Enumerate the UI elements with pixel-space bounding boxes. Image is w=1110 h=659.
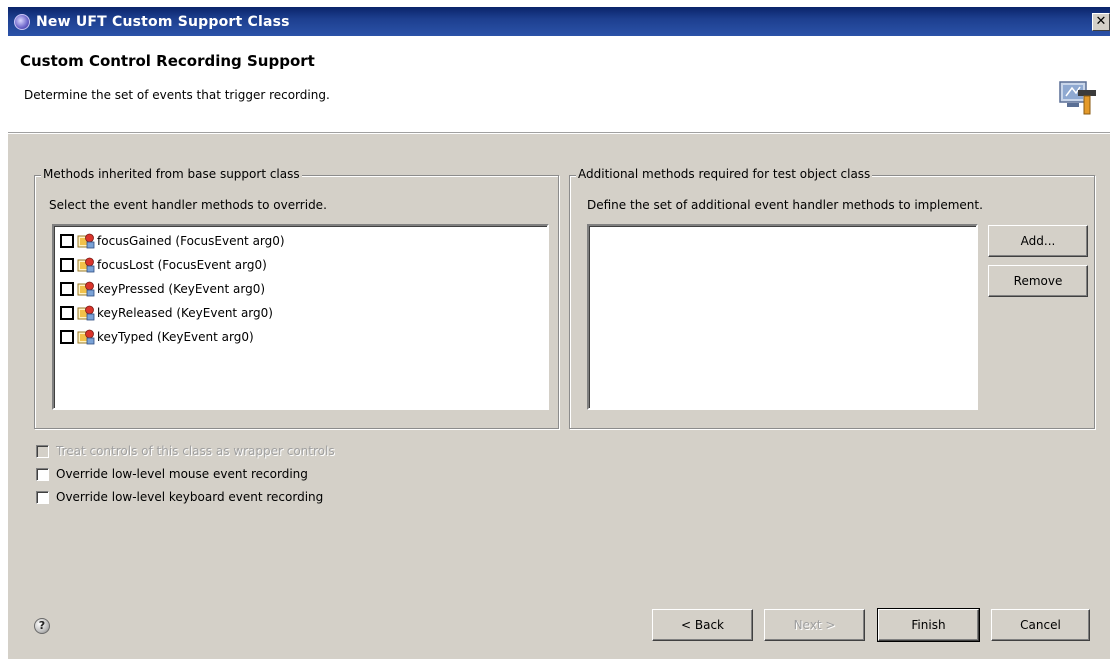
method-event-icon xyxy=(77,329,95,345)
cancel-button[interactable]: Cancel xyxy=(991,609,1090,641)
cancel-label: Cancel xyxy=(1020,618,1061,632)
back-label: < Back xyxy=(680,618,724,632)
eclipse-icon xyxy=(14,13,30,30)
method-item[interactable]: keyTyped (KeyEvent arg0) xyxy=(54,325,547,349)
additional-methods-group: Additional methods required for test obj… xyxy=(569,167,1095,429)
method-item[interactable]: focusLost (FocusEvent arg0) xyxy=(54,253,547,277)
additional-methods-legend: Additional methods required for test obj… xyxy=(576,167,873,181)
additional-methods-instruction: Define the set of additional event handl… xyxy=(587,198,983,212)
method-event-icon xyxy=(77,233,95,249)
method-label: keyReleased (KeyEvent arg0) xyxy=(97,306,273,320)
wizard-body: Methods inherited from base support clas… xyxy=(8,134,1110,659)
method-event-icon xyxy=(77,257,95,273)
method-checkbox[interactable] xyxy=(60,330,74,344)
back-button[interactable]: < Back xyxy=(652,609,753,641)
next-button: Next > xyxy=(764,609,865,641)
next-label: Next > xyxy=(793,618,836,632)
inherited-methods-group: Methods inherited from base support clas… xyxy=(34,167,559,429)
add-method-button[interactable]: Add... xyxy=(988,225,1088,257)
method-label: focusLost (FocusEvent arg0) xyxy=(97,258,267,272)
method-checkbox[interactable] xyxy=(60,306,74,320)
method-event-icon xyxy=(77,305,95,321)
window-title: New UFT Custom Support Class xyxy=(36,13,290,30)
mouse-recording-option[interactable]: Override low-level mouse event recording xyxy=(36,467,308,481)
method-checkbox[interactable] xyxy=(60,234,74,248)
page-description: Determine the set of events that trigger… xyxy=(24,88,330,102)
keyboard-recording-label[interactable]: Override low-level keyboard event record… xyxy=(56,490,323,504)
inherited-methods-list[interactable]: focusGained (FocusEvent arg0) focusLost (… xyxy=(52,224,549,410)
keyboard-recording-option[interactable]: Override low-level keyboard event record… xyxy=(36,490,323,504)
inherited-methods-instruction: Select the event handler methods to over… xyxy=(49,198,327,212)
method-checkbox[interactable] xyxy=(60,282,74,296)
add-method-label: Add... xyxy=(1020,234,1056,248)
wrapper-controls-option: Treat controls of this class as wrapper … xyxy=(36,444,335,458)
wizard-header: Custom Control Recording Support Determi… xyxy=(8,36,1110,133)
help-icon[interactable]: ? xyxy=(34,618,50,634)
finish-label: Finish xyxy=(911,618,946,632)
method-item[interactable]: keyReleased (KeyEvent arg0) xyxy=(54,301,547,325)
page-title: Custom Control Recording Support xyxy=(20,52,315,70)
method-item[interactable]: keyPressed (KeyEvent arg0) xyxy=(54,277,547,301)
additional-methods-list[interactable] xyxy=(587,224,978,410)
keyboard-recording-checkbox[interactable] xyxy=(36,490,49,504)
wrapper-controls-checkbox xyxy=(36,444,49,458)
wizard-banner-icon xyxy=(1059,81,1096,115)
method-label: keyTyped (KeyEvent arg0) xyxy=(97,330,254,344)
method-checkbox[interactable] xyxy=(60,258,74,272)
method-event-icon xyxy=(77,281,95,297)
title-bar: New UFT Custom Support Class ✕ xyxy=(8,7,1110,36)
remove-method-button[interactable]: Remove xyxy=(988,265,1088,297)
method-item[interactable]: focusGained (FocusEvent arg0) xyxy=(54,229,547,253)
inherited-methods-legend: Methods inherited from base support clas… xyxy=(41,167,302,181)
close-button[interactable]: ✕ xyxy=(1092,13,1110,31)
remove-method-label: Remove xyxy=(1013,274,1063,288)
mouse-recording-checkbox[interactable] xyxy=(36,467,49,481)
method-label: keyPressed (KeyEvent arg0) xyxy=(97,282,266,296)
mouse-recording-label[interactable]: Override low-level mouse event recording xyxy=(56,467,308,481)
finish-button[interactable]: Finish xyxy=(877,608,980,642)
wrapper-controls-label: Treat controls of this class as wrapper … xyxy=(56,444,335,458)
method-label: focusGained (FocusEvent arg0) xyxy=(97,234,285,248)
